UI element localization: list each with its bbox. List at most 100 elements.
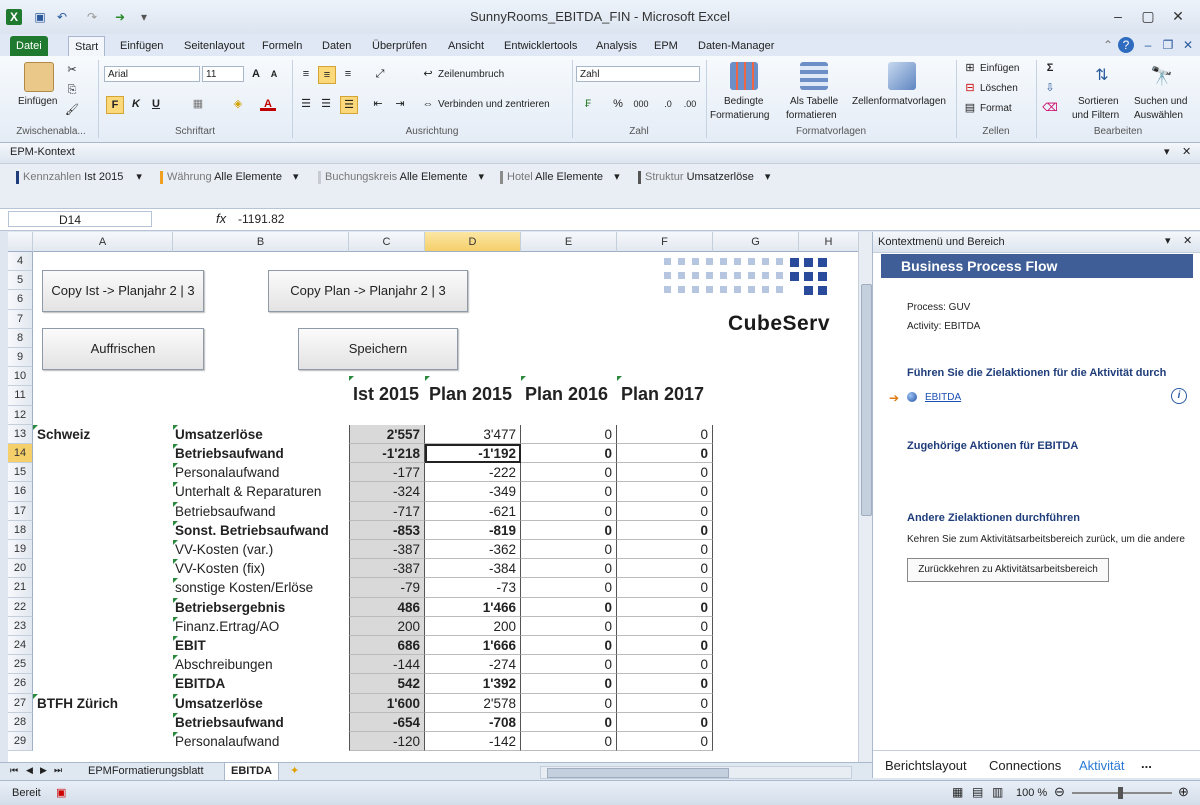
value-cell-plan2016[interactable]: 0 (521, 712, 617, 732)
align-left-icon[interactable]: ☰ (298, 96, 314, 112)
value-cell-plan2015[interactable]: -819 (425, 520, 521, 540)
as-table-line1[interactable]: Als Tabelle (790, 96, 838, 107)
page-layout-icon[interactable]: ▤ (972, 785, 983, 799)
font-color-icon[interactable]: A (260, 96, 276, 111)
row-header[interactable]: 24 (8, 636, 33, 656)
row-header[interactable]: 16 (8, 482, 33, 502)
value-cell-plan2017[interactable]: 0 (617, 482, 713, 502)
vertical-scrollbar[interactable] (858, 232, 873, 762)
value-cell-plan2015[interactable]: -349 (425, 482, 521, 502)
bold-button[interactable]: F (106, 96, 124, 114)
tab-entwicklertools[interactable]: Entwicklertools (498, 36, 583, 56)
align-middle-icon[interactable]: ≡ (318, 66, 336, 84)
wb-minimize-icon[interactable]: – (1140, 37, 1156, 53)
epm-close-icon[interactable]: ✕ (1182, 145, 1191, 158)
value-cell-plan2015[interactable]: -274 (425, 655, 521, 675)
ebitda-link[interactable]: EBITDA (925, 392, 961, 403)
column-header-b[interactable]: B (173, 232, 349, 252)
value-cell-plan2015[interactable]: -621 (425, 501, 521, 521)
row-header[interactable]: 19 (8, 540, 33, 560)
orientation-icon[interactable]: ⤢ (372, 66, 388, 82)
column-header-e[interactable]: E (521, 232, 617, 252)
zoom-out-icon[interactable]: ⊖ (1054, 784, 1065, 800)
formula-input[interactable]: -1191.82 (238, 211, 1184, 227)
align-right-icon[interactable]: ☰ (340, 96, 358, 114)
row-header[interactable]: 9 (8, 348, 33, 368)
value-cell-plan2016[interactable]: 0 (521, 597, 617, 617)
minimize-icon[interactable]: – (1104, 6, 1132, 26)
select-all-corner[interactable] (8, 232, 33, 252)
horizontal-scrollbar[interactable] (540, 766, 852, 779)
value-cell-plan2017[interactable]: 0 (617, 559, 713, 579)
value-cell-plan2016[interactable]: 0 (521, 540, 617, 560)
tab-start[interactable]: Start (68, 36, 106, 57)
wrap-text-button[interactable]: Zeilenumbruch (438, 69, 504, 80)
pane-dropdown-icon[interactable]: ▾ (1165, 234, 1171, 247)
insert-cells-button[interactable]: Einfügen (980, 63, 1019, 74)
value-cell-plan2016[interactable]: 0 (521, 616, 617, 636)
paste-label[interactable]: Einfügen (18, 96, 57, 107)
value-cell-plan2017[interactable]: 0 (617, 424, 713, 444)
value-cell-plan2017[interactable]: 0 (617, 732, 713, 752)
value-cell-plan2015[interactable]: 1'666 (425, 636, 521, 656)
value-cell-plan2016[interactable]: 0 (521, 463, 617, 483)
thousands-button[interactable]: 000 (630, 96, 652, 112)
value-cell-plan2016[interactable]: 0 (521, 520, 617, 540)
value-cell-plan2015[interactable]: 2'578 (425, 693, 521, 713)
value-cell-plan2015[interactable]: -384 (425, 559, 521, 579)
fill-icon[interactable]: ⇩ (1042, 80, 1058, 96)
row-header[interactable]: 12 (8, 405, 33, 425)
tab-epm[interactable]: EPM (648, 36, 684, 56)
sheet-nav-prev-icon[interactable]: ◀ (26, 765, 33, 776)
value-cell-plan2016[interactable]: 0 (521, 559, 617, 579)
spreadsheet-grid[interactable]: A B C D E F G H 4 5 6 7 8 9 10 11 Ist 2015 Plan 2… (8, 232, 858, 762)
clear-icon[interactable]: ⌫ (1042, 100, 1058, 116)
conditional-formatting-icon[interactable] (730, 62, 758, 90)
increase-decimal-icon[interactable]: .0 (660, 96, 676, 112)
row-header[interactable]: 26 (8, 674, 33, 694)
value-cell-plan2017[interactable]: 0 (617, 597, 713, 617)
scrollbar-thumb[interactable] (861, 284, 872, 516)
maximize-icon[interactable]: ▢ (1134, 6, 1162, 26)
epm-struktur-dropdown[interactable]: Struktur Umsatzerlöse ▾ (638, 168, 770, 186)
wb-restore-icon[interactable]: ❐ (1160, 37, 1176, 53)
row-header[interactable]: 5 (8, 271, 33, 291)
function-icon[interactable]: fx (216, 211, 226, 226)
value-cell-plan2015[interactable]: -708 (425, 712, 521, 732)
align-center-icon[interactable]: ☰ (318, 96, 334, 112)
new-sheet-icon[interactable]: ✦ (290, 764, 299, 777)
row-header[interactable]: 25 (8, 655, 33, 675)
delete-cells-button[interactable]: Löschen (980, 83, 1018, 94)
number-format-combo[interactable]: Zahl (576, 66, 700, 82)
normal-view-icon[interactable]: ▦ (952, 785, 963, 799)
row-header[interactable]: 20 (8, 559, 33, 579)
tab-daten-manager[interactable]: Daten-Manager (692, 36, 780, 56)
cond-format-line2[interactable]: Formatierung (710, 110, 769, 121)
sheet-nav-next-icon[interactable]: ▶ (40, 765, 47, 776)
value-cell-plan2016[interactable]: 0 (521, 655, 617, 675)
as-table-line2[interactable]: formatieren (786, 110, 837, 121)
value-cell-ist2015[interactable]: -144 (349, 655, 425, 675)
zoom-in-icon[interactable]: ⊕ (1178, 784, 1189, 800)
value-cell-plan2015[interactable]: 200 (425, 616, 521, 636)
align-top-icon[interactable]: ≡ (298, 66, 314, 82)
value-cell-plan2017[interactable]: 0 (617, 444, 713, 464)
tab-formeln[interactable]: Formeln (256, 36, 308, 56)
sheet-tab-ebitda[interactable]: EBITDA (224, 763, 279, 781)
hscroll-thumb[interactable] (547, 768, 729, 778)
find-line1[interactable]: Suchen und (1134, 96, 1187, 107)
close-icon[interactable]: ✕ (1164, 6, 1192, 26)
info-icon[interactable]: i (1171, 388, 1187, 404)
format-painter-icon[interactable]: 🖌 (64, 102, 80, 118)
value-cell-ist2015[interactable]: -387 (349, 559, 425, 579)
value-cell-plan2016[interactable]: 0 (521, 732, 617, 752)
column-header-a[interactable]: A (33, 232, 173, 252)
value-cell-ist2015[interactable]: 686 (349, 636, 425, 656)
name-box[interactable]: D14 (8, 211, 152, 227)
pane-close-icon[interactable]: ✕ (1183, 234, 1192, 247)
row-header[interactable]: 28 (8, 712, 33, 732)
tab-einfuegen[interactable]: Einfügen (114, 36, 169, 56)
font-size-combo[interactable]: 11 (202, 66, 244, 82)
sort-line1[interactable]: Sortieren (1078, 96, 1119, 107)
value-cell-ist2015[interactable]: -120 (349, 732, 425, 752)
